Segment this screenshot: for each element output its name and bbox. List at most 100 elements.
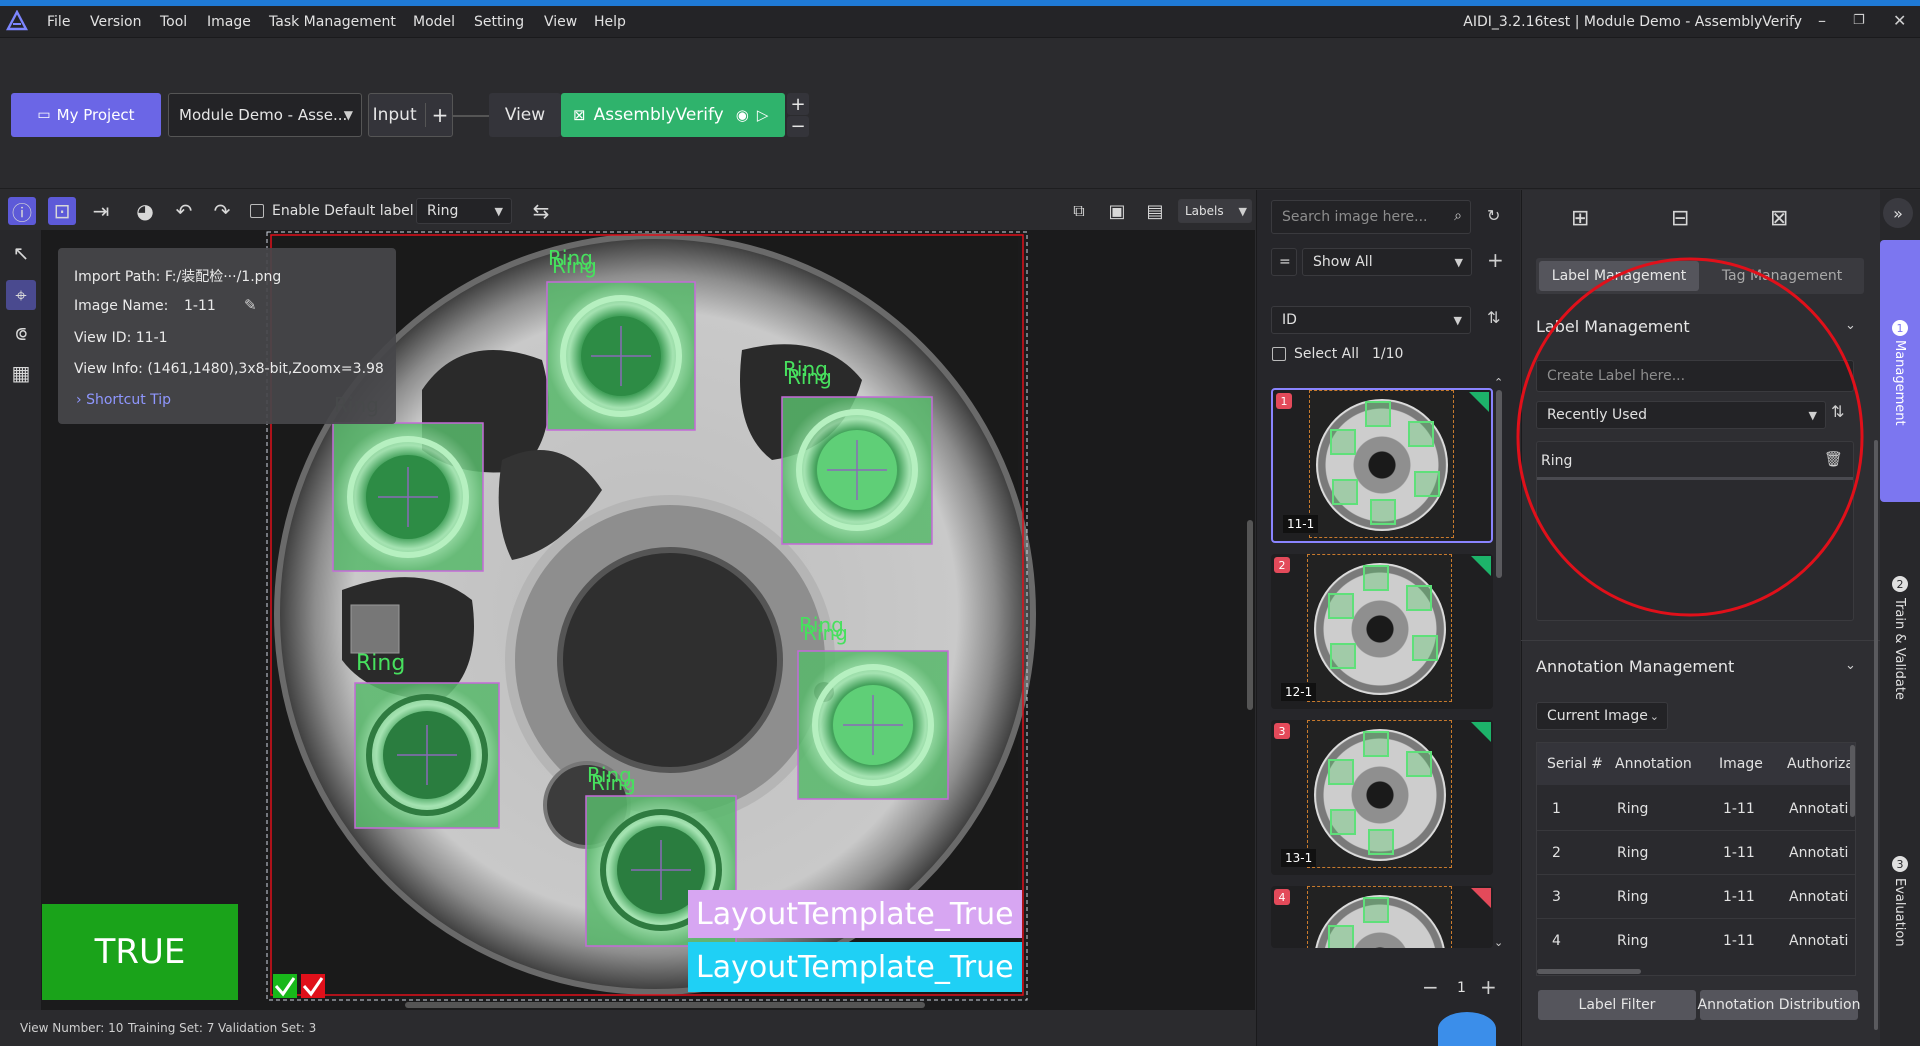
- collapse-panel-icon[interactable]: »: [1883, 198, 1913, 228]
- edit-icon[interactable]: ✎: [244, 296, 257, 314]
- thumbnail[interactable]: 4: [1271, 886, 1493, 948]
- export-icon[interactable]: ⧉: [1066, 198, 1092, 224]
- polygon-tool-icon[interactable]: ⟃: [8, 320, 34, 346]
- chevron-right-icon: ›: [76, 392, 87, 408]
- add-icon[interactable]: +: [424, 103, 448, 127]
- table-row[interactable]: 4 Ring 1-11 Annotati: [1537, 919, 1855, 963]
- ring-annotation[interactable]: [781, 396, 933, 545]
- side-tab-train-validate[interactable]: 2 Train & Validate: [1880, 560, 1920, 770]
- menu-view[interactable]: View: [544, 14, 577, 30]
- minimize-icon[interactable]: –: [1818, 11, 1826, 30]
- highlight-circle: [1516, 257, 1864, 617]
- refresh-icon[interactable]: ↻: [1487, 206, 1500, 225]
- ring-annotation[interactable]: [797, 650, 949, 800]
- info-icon[interactable]: ⓘ: [8, 197, 36, 225]
- undo-icon[interactable]: ↶: [171, 198, 197, 224]
- menu-version[interactable]: Version: [90, 14, 141, 30]
- project-select[interactable]: Module Demo - Asse... ▼: [168, 93, 362, 137]
- save-as-icon[interactable]: ▤: [1142, 198, 1168, 224]
- thumbnail-label: 13-1: [1281, 849, 1317, 867]
- fit-view-icon[interactable]: ⊡: [48, 197, 76, 225]
- side-tab-evaluation[interactable]: 3 Evaluation: [1880, 840, 1920, 970]
- scroll-bottom-icon[interactable]: ⌄: [1494, 936, 1503, 949]
- table-row[interactable]: 2 Ring 1-11 Annotati: [1537, 831, 1855, 875]
- table-hscrollbar[interactable]: [1537, 969, 1641, 974]
- enable-default-label-checkbox[interactable]: [250, 204, 264, 218]
- save-icon[interactable]: ▣: [1104, 198, 1130, 224]
- table-row[interactable]: 3 Ring 1-11 Annotati: [1537, 875, 1855, 919]
- menu-setting[interactable]: Setting: [474, 14, 524, 30]
- filter-operator[interactable]: =: [1271, 248, 1297, 276]
- add-image-icon[interactable]: ⊞: [1571, 206, 1589, 231]
- thumbnail-index: 1: [1276, 393, 1292, 409]
- page-prev-icon[interactable]: −: [1422, 975, 1439, 999]
- chevron-down-icon: ▼: [343, 108, 353, 122]
- assemblyverify-node[interactable]: ⊠ AssemblyVerify ◉ ▷: [561, 93, 785, 137]
- menu-tool[interactable]: Tool: [160, 14, 187, 30]
- cell-serial: 3: [1552, 889, 1561, 905]
- input-node[interactable]: Input +: [368, 93, 453, 137]
- cell-image: 1-11: [1723, 801, 1755, 817]
- layout-tool-icon[interactable]: ▦: [8, 360, 34, 386]
- annotate-tool-icon[interactable]: ⌖: [6, 280, 36, 310]
- search-icon[interactable]: ⌕: [1454, 208, 1462, 224]
- my-project-button[interactable]: ▭ My Project: [11, 93, 161, 137]
- fit-width-icon[interactable]: ⇥: [88, 198, 114, 224]
- cell-authorization: Annotati: [1789, 801, 1849, 817]
- export-image-icon[interactable]: ⊠: [1770, 206, 1788, 231]
- restore-icon[interactable]: ❐: [1853, 13, 1865, 28]
- page-next-icon[interactable]: +: [1480, 975, 1497, 999]
- location-icon[interactable]: ◉: [736, 106, 749, 124]
- thumbnail[interactable]: 3 13-1: [1271, 720, 1493, 875]
- menu-model[interactable]: Model: [413, 14, 455, 30]
- palette-icon[interactable]: ◕: [132, 198, 158, 224]
- redo-icon[interactable]: ↷: [209, 198, 235, 224]
- search-image-input[interactable]: Search image here... ⌕: [1271, 200, 1471, 234]
- cell-annotation: Ring: [1617, 933, 1649, 949]
- close-icon[interactable]: ✕: [1893, 11, 1906, 30]
- thumbnail[interactable]: 1 11-1: [1271, 388, 1493, 543]
- ring-annotation[interactable]: [332, 422, 484, 572]
- menu-help[interactable]: Help: [594, 14, 626, 30]
- default-label-select[interactable]: Ring ▼: [416, 198, 512, 224]
- play-icon[interactable]: ▷: [757, 106, 769, 124]
- ring-annotation[interactable]: [354, 682, 500, 829]
- table-row[interactable]: 1 Ring 1-11 Annotati: [1537, 787, 1855, 831]
- side-tab-label: Evaluation: [1892, 878, 1907, 947]
- module-icon: ⊠: [573, 106, 586, 124]
- select-all-checkbox[interactable]: [1272, 347, 1286, 361]
- side-tab-management[interactable]: 1 Management: [1880, 240, 1920, 502]
- collapse-icon[interactable]: ⌄: [1845, 658, 1856, 673]
- label-filter-button[interactable]: Label Filter: [1538, 990, 1696, 1020]
- view-node[interactable]: View: [489, 93, 561, 137]
- app-logo-icon: [6, 10, 28, 31]
- add-module-button[interactable]: +: [787, 93, 809, 115]
- image-canvas[interactable]: Ring Ring Ring Ring Ring Ring Ring Ring …: [42, 230, 1255, 1010]
- labels-select[interactable]: Labels ▼: [1178, 199, 1252, 223]
- table-vscrollbar[interactable]: [1850, 745, 1855, 817]
- menu-file[interactable]: File: [47, 14, 70, 30]
- status-corner: [1471, 556, 1491, 576]
- labels-select-value: Labels: [1185, 204, 1224, 218]
- menu-image[interactable]: Image: [207, 14, 251, 30]
- scope-select[interactable]: Current Image ⌄: [1536, 702, 1668, 730]
- assistant-icon[interactable]: [1438, 1012, 1496, 1046]
- remove-module-button[interactable]: −: [787, 116, 809, 137]
- pointer-icon[interactable]: ↖: [8, 240, 34, 266]
- menu-task-management[interactable]: Task Management: [269, 14, 396, 30]
- shortcut-tip-link[interactable]: › Shortcut Tip: [76, 392, 171, 408]
- swap-icon[interactable]: ⇆: [528, 198, 554, 224]
- ring-annotation[interactable]: [546, 281, 696, 431]
- sort-select[interactable]: ID ▼: [1271, 306, 1471, 334]
- import-folder-icon[interactable]: ⊟: [1671, 206, 1689, 231]
- panel-scrollbar[interactable]: [1874, 440, 1878, 1030]
- horizontal-scrollbar[interactable]: [405, 1002, 925, 1008]
- vertical-scrollbar[interactable]: [1247, 520, 1253, 710]
- sort-order-icon[interactable]: ⇅: [1487, 308, 1500, 327]
- filter-select[interactable]: Show All ▼: [1302, 248, 1472, 276]
- ring-label: Ring: [356, 651, 405, 676]
- annotation-distribution-button[interactable]: Annotation Distribution: [1698, 990, 1860, 1020]
- thumbnail[interactable]: 2 12-1: [1271, 554, 1493, 709]
- app-window: File Version Tool Image Task Management …: [0, 0, 1920, 1046]
- project-select-value: Module Demo - Asse...: [179, 106, 348, 124]
